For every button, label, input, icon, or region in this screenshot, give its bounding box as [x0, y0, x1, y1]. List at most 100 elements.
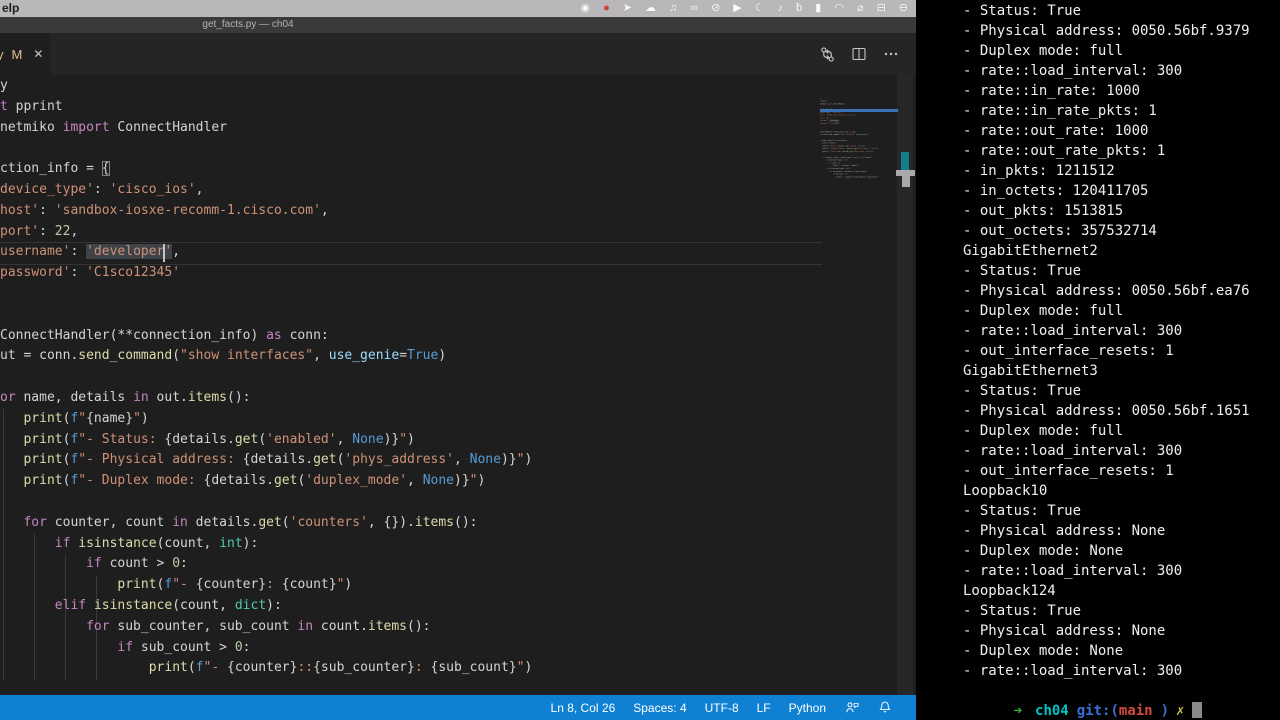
terminal-line: - in_pkts: 1211512	[963, 163, 1115, 179]
code-line: print(f"- {counter}::{sub_counter}: {sub…	[148, 660, 533, 676]
code-line: or name, details in out.items():	[0, 389, 251, 405]
prompt-dirty-flag: ✗	[1176, 703, 1185, 719]
code-line: print(f"- {counter}::{sub_counter}: {sub…	[836, 175, 879, 178]
code-line: print(f"- Status: {details.get('enabled'…	[23, 431, 415, 447]
cloud-icon[interactable]: ☁	[645, 0, 656, 17]
minimap[interactable]: yt pprintnetmiko import ConnectHandler c…	[820, 75, 898, 695]
code-line: if count > 0:	[86, 556, 188, 572]
code-line: ction_info = {	[0, 161, 110, 177]
editor-actions	[818, 33, 900, 75]
code-line: port': 22,	[0, 223, 79, 239]
vscode-title-bar[interactable]: get_facts.py — ch04	[0, 17, 916, 33]
code-line: username': 'developer',	[0, 244, 181, 260]
code-content: y t pprint netmiko import ConnectHandler c…	[0, 76, 532, 679]
location-services-icon[interactable]: ➤	[623, 0, 632, 17]
spotlight-search-icon[interactable]: ⌀	[857, 0, 864, 17]
terminal-prompt: ➜ ch04 git:(main) ✗	[963, 681, 1203, 720]
minimap-current-line	[820, 109, 898, 112]
do-not-disturb-icon[interactable]: ⊘	[711, 0, 720, 17]
terminal-line: - rate::out_rate_pkts: 1	[963, 143, 1166, 159]
terminal-line: Loopback10	[963, 483, 1048, 499]
mouse-cursor-stem	[902, 176, 910, 187]
terminal-cursor	[1192, 702, 1203, 718]
open-changes-button[interactable]	[818, 45, 836, 63]
terminal-line: - Physical address: 0050.56bf.ea76	[963, 283, 1250, 299]
code-line: for sub_counter, sub_count in count.item…	[86, 618, 431, 634]
terminal-line: GigabitEthernet2	[963, 243, 1098, 259]
sound-info-icon[interactable]: ♫	[669, 0, 677, 17]
eol-setting[interactable]: LF	[757, 701, 771, 715]
code-line: y	[0, 78, 8, 93]
close-tab-icon[interactable]: ✕	[33, 47, 43, 61]
terminal-line: - rate::load_interval: 300	[963, 323, 1183, 339]
code-line: t pprint	[0, 98, 63, 114]
indentation-setting[interactable]: Spaces: 4	[633, 701, 686, 715]
wifi-icon[interactable]: ◠	[834, 0, 844, 17]
terminal-line: - Physical address: 0050.56bf.9379	[963, 23, 1250, 39]
terminal-output: - Status: True - Physical address: 0050.5…	[963, 1, 1250, 681]
terminal-line: - in_octets: 120411705	[963, 183, 1149, 199]
git-compare-icon	[820, 46, 834, 62]
battery-icon[interactable]: ▮	[815, 0, 821, 17]
language-mode[interactable]: Python	[789, 701, 826, 715]
cursor-position[interactable]: Ln 8, Col 26	[551, 701, 616, 715]
screen: elp ◉ ● ➤ ☁ ♫ ∞ ⊘ ▶ ☾ ♪ ƀ ▮ ◠ ⌀ ⊟ ⊖ get_facts.py — ch04…	[0, 0, 1280, 720]
feedback-icon[interactable]	[844, 700, 860, 715]
terminal-line: - Duplex mode: full	[963, 43, 1124, 59]
prompt-git-label: git:(	[1076, 703, 1119, 719]
window-title: get_facts.py — ch04	[202, 19, 294, 30]
code-line: elif isinstance(count, dict):	[54, 597, 282, 613]
code-line: device_type': 'cisco_ios',	[0, 181, 204, 197]
split-editor-button[interactable]	[850, 45, 868, 63]
screenshot-badge-icon[interactable]: ●	[603, 0, 610, 17]
terminal-line: - rate::load_interval: 300	[963, 663, 1183, 679]
terminal-line: - Physical address: None	[963, 523, 1166, 539]
encoding-setting[interactable]: UTF-8	[705, 701, 739, 715]
code-line: if isinstance(count, int):	[54, 535, 259, 551]
terminal-line: - rate::out_rate: 1000	[963, 123, 1149, 139]
code-editor[interactable]: y t pprint netmiko import ConnectHandler c…	[0, 75, 916, 695]
terminal-line: - out_pkts: 1513815	[963, 203, 1124, 219]
notifications-bell-icon[interactable]	[878, 700, 892, 715]
menu-item-help-fragment[interactable]: elp	[2, 1, 19, 15]
terminal-line: - Status: True	[963, 263, 1082, 279]
terminal-line: - Physical address: 0050.56bf.1651	[963, 403, 1250, 419]
terminal-line: - out_interface_resets: 1	[963, 343, 1174, 359]
terminal-line: Loopback124	[963, 583, 1056, 599]
code-line: print(f"- {counter}: {count}")	[117, 577, 353, 593]
code-line: host': 'sandbox-iosxe-recomm-1.cisco.com…	[0, 202, 329, 218]
playback-icon[interactable]: ▶	[733, 0, 741, 17]
terminal[interactable]: - Status: True - Physical address: 0050.5…	[916, 0, 1280, 720]
control-center-icon[interactable]: ⊟	[877, 0, 886, 17]
more-actions-button[interactable]	[882, 45, 900, 63]
terminal-line: - Status: True	[963, 383, 1082, 399]
terminal-line: - Duplex mode: None	[963, 643, 1124, 659]
split-editor-icon	[852, 47, 866, 61]
text-caret	[163, 244, 165, 262]
terminal-line: - rate::load_interval: 300	[963, 443, 1183, 459]
tab-get-facts[interactable]: y M ✕	[0, 33, 50, 75]
bluetooth-icon[interactable]: ƀ	[796, 0, 802, 17]
volume-icon[interactable]: ♪	[778, 0, 784, 17]
siri-icon[interactable]: ⊖	[899, 0, 908, 17]
record-indicator-icon[interactable]: ◉	[581, 0, 591, 17]
moon-focus-icon[interactable]: ☾	[755, 0, 765, 17]
terminal-line: - rate::load_interval: 300	[963, 63, 1183, 79]
prompt-arrow: ➜	[1013, 703, 1023, 719]
terminal-line: - Status: True	[963, 503, 1082, 519]
prompt-directory: ch04	[1035, 703, 1069, 719]
terminal-line: - Physical address: None	[963, 623, 1166, 639]
sidecar-glasses-icon[interactable]: ∞	[690, 0, 698, 17]
code-line: ConnectHandler(**connection_info) as con…	[0, 327, 329, 343]
tab-label-fragment: y	[0, 46, 4, 62]
code-line: print(f"- Duplex mode: {details.get('dup…	[822, 150, 874, 153]
terminal-line: - Duplex mode: full	[963, 303, 1124, 319]
code-line: print(f"- Duplex mode: {details.get('dup…	[23, 473, 486, 489]
git-modified-badge: M	[11, 46, 23, 62]
terminal-line: - Status: True	[963, 3, 1082, 19]
code-line: netmiko import ConnectHandler	[0, 119, 227, 135]
